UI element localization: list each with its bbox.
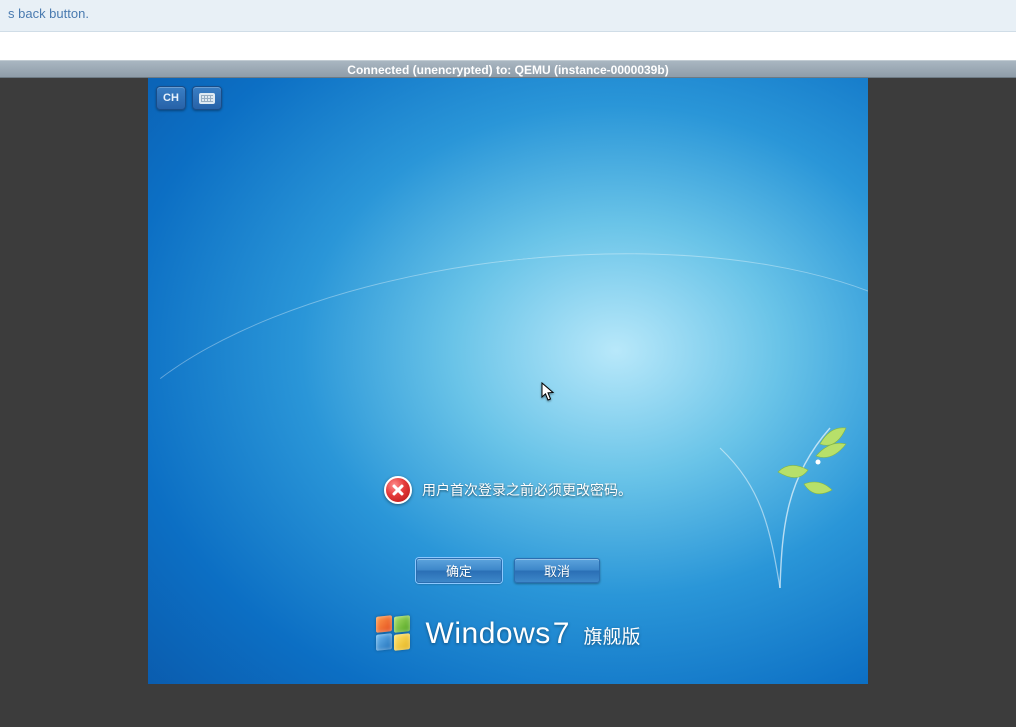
login-message-text: 用户首次登录之前必须更改密码。	[422, 480, 632, 500]
login-button-row: 确定 取消	[148, 558, 868, 583]
vnc-overlay-toolbar: CH	[156, 86, 222, 110]
send-keys-button[interactable]	[192, 86, 222, 110]
guest-screen[interactable]: CH 用户首次登录之前必须更改密码。 确定 取消	[148, 78, 868, 684]
brand-name: Windows	[426, 617, 551, 651]
windows-logo-icon	[376, 616, 412, 652]
brand-edition: 旗舰版	[583, 622, 640, 649]
ctrl-alt-del-button[interactable]: CH	[156, 86, 186, 110]
brand-version: 7	[553, 617, 570, 651]
cancel-button[interactable]: 取消	[514, 558, 600, 583]
back-button-text-fragment: s back button.	[8, 6, 89, 21]
windows-brand: Windows 7 旗舰版	[148, 616, 868, 652]
mouse-cursor-icon	[541, 382, 555, 402]
cancel-label: 取消	[544, 561, 570, 580]
lang-label: CH	[163, 92, 179, 104]
login-message-row: 用户首次登录之前必须更改密码。	[148, 476, 868, 504]
spacer	[0, 32, 1016, 60]
host-page-notice-bar: s back button.	[0, 0, 1016, 32]
error-icon	[384, 476, 412, 504]
ok-button[interactable]: 确定	[416, 558, 502, 583]
keyboard-icon	[199, 93, 215, 104]
ok-label: 确定	[446, 561, 472, 580]
vnc-viewport: CH 用户首次登录之前必须更改密码。 确定 取消	[0, 78, 1016, 727]
vnc-status-text: Connected (unencrypted) to: QEMU (instan…	[347, 63, 668, 77]
vnc-status-bar: Connected (unencrypted) to: QEMU (instan…	[0, 60, 1016, 78]
